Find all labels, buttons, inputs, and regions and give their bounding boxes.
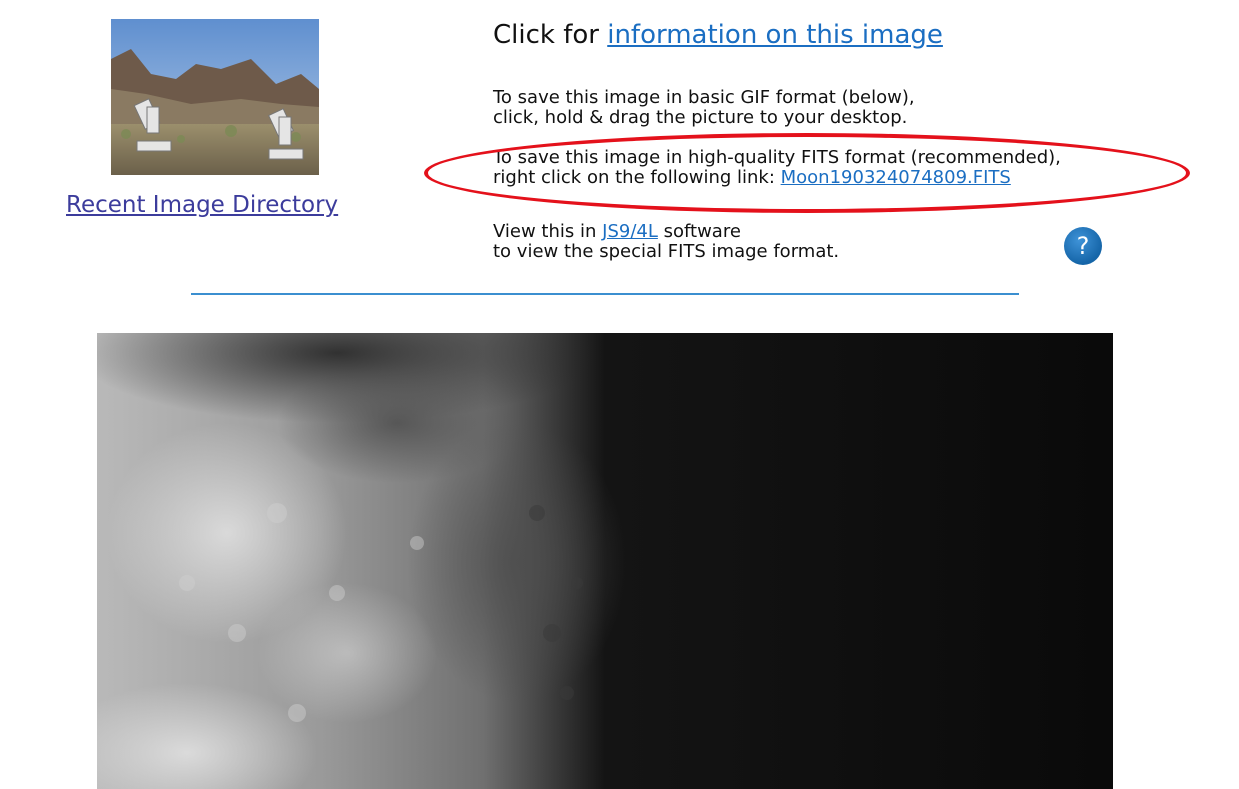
js9-suffix: software: [657, 221, 741, 242]
gif-line-2: click, hold & drag the picture to your d…: [493, 107, 908, 128]
help-icon[interactable]: ?: [1064, 227, 1102, 265]
fits-save-instructions: To save this image in high-quality FITS …: [493, 148, 1061, 188]
gif-save-instructions: To save this image in basic GIF format (…: [493, 88, 915, 128]
js9-line-1: View this in JS9/4L software: [493, 222, 839, 242]
js9-software-link[interactable]: JS9/4L: [602, 221, 658, 242]
info-heading-prefix: Click for: [493, 20, 608, 50]
js9-prefix: View this in: [493, 221, 603, 242]
js9-line-2: to view the special FITS image format.: [493, 241, 840, 262]
js9-viewer-instructions: View this in JS9/4L software to view the…: [493, 222, 839, 262]
fits-line-1: To save this image in high-quality FITS …: [493, 147, 1061, 168]
info-heading: Click for information on this image: [493, 20, 943, 50]
fits-download-link[interactable]: Moon190324074809.FITS: [781, 167, 1011, 188]
gif-line-1: To save this image in basic GIF format (…: [493, 87, 915, 108]
fits-line-2: right click on the following link: Moon1…: [493, 168, 1061, 188]
moon-surface-image[interactable]: [97, 333, 1113, 789]
image-information-link[interactable]: information on this image: [607, 20, 943, 50]
telescope-thumbnail-image[interactable]: [111, 19, 319, 175]
fits-line-2-prefix: right click on the following link:: [493, 167, 781, 188]
recent-image-directory-link[interactable]: Recent Image Directory: [66, 192, 338, 218]
section-divider: [191, 293, 1019, 295]
